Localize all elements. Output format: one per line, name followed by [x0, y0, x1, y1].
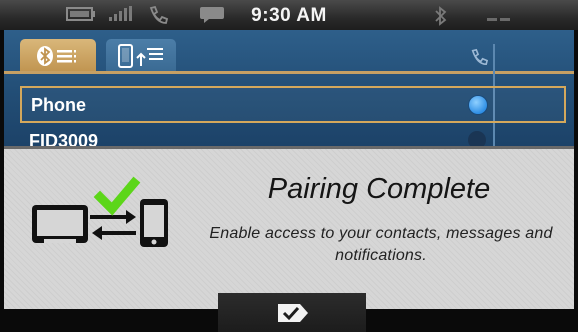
tag-check-icon — [278, 304, 308, 322]
tab-phone-transfer[interactable] — [106, 39, 176, 72]
tab-bluetooth-devices[interactable] — [20, 39, 96, 72]
notification-title: Pairing Complete — [267, 173, 491, 205]
list-item-phone[interactable]: Phone — [20, 86, 566, 123]
phone-transfer-icon — [118, 44, 166, 73]
notification-message: Enable access to your contacts, messages… — [209, 225, 553, 264]
phone-handset-icon — [470, 48, 489, 71]
confirm-button[interactable] — [218, 293, 366, 332]
bluetooth-list-icon — [36, 45, 82, 72]
tab-underline — [4, 71, 574, 74]
status-bar: 9:30 AM — [0, 0, 578, 30]
bluetooth-icon — [434, 6, 448, 31]
phone-list-panel: Phone FID3009 — [4, 30, 574, 148]
device-pairing-icon — [30, 175, 172, 260]
selected-indicator — [469, 96, 487, 114]
pairing-notification: Pairing Complete Enable access to your c… — [4, 146, 574, 309]
list-item-label: Phone — [31, 95, 87, 115]
roaming-icon — [486, 9, 512, 27]
